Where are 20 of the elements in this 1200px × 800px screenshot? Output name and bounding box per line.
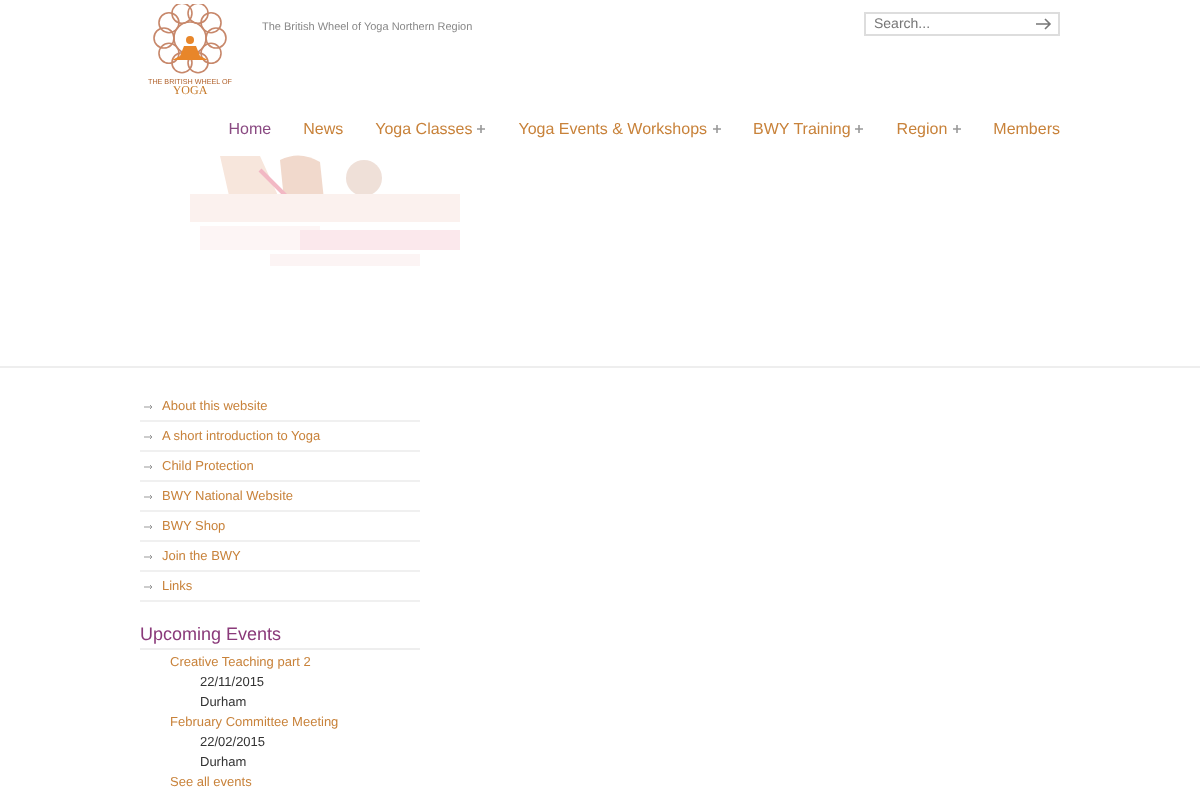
plus-icon — [951, 124, 962, 134]
section-heading: Upcoming Events — [140, 624, 420, 650]
arrow-icon — [144, 433, 154, 439]
arrow-icon — [144, 553, 154, 559]
nav-item[interactable]: Region — [880, 120, 978, 138]
nav-item[interactable]: Yoga Classes — [359, 120, 503, 138]
nav-item[interactable]: Home — [212, 120, 288, 138]
nav-item[interactable]: Yoga Events & Workshops — [502, 120, 738, 138]
arrow-icon — [144, 403, 154, 409]
nav-item[interactable]: News — [287, 120, 360, 138]
arrow-icon — [144, 583, 154, 589]
nav-item[interactable]: BWY Training — [737, 120, 881, 138]
plus-icon — [476, 124, 487, 134]
arrow-icon — [144, 493, 154, 499]
nav-item[interactable]: Members — [977, 120, 1060, 138]
search-arrow-icon[interactable] — [1036, 18, 1052, 30]
plus-icon — [854, 124, 865, 134]
arrow-icon — [144, 523, 154, 529]
plus-icon — [711, 124, 722, 134]
arrow-icon — [144, 463, 154, 469]
